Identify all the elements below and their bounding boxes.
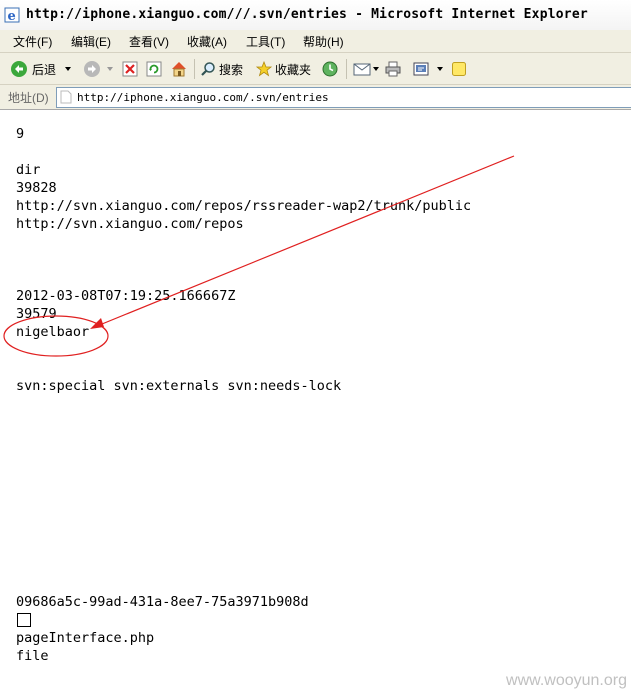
chevron-down-icon — [106, 65, 114, 73]
window-title: http://iphone.xianguo.com///.svn/entries… — [26, 7, 588, 22]
back-label: 后退 — [32, 62, 57, 77]
menu-bar: 文件(F) 编辑(E) 查看(V) 收藏(A) 工具(T) 帮助(H) — [0, 30, 631, 53]
entry-line: file — [16, 648, 49, 664]
entry-line: dir — [16, 162, 41, 178]
favorites-label: 收藏夹 — [275, 62, 312, 77]
address-url: http://iphone.xianguo.com/.svn/entries — [77, 91, 329, 104]
menu-edit[interactable]: 编辑(E) — [71, 33, 111, 50]
search-button[interactable]: 搜索 — [200, 59, 243, 79]
toolbar-separator — [346, 59, 347, 79]
ie-logo-icon: e — [4, 7, 20, 24]
title-bar: e http://iphone.xianguo.com///.svn/entri… — [0, 0, 631, 31]
stop-icon — [122, 61, 138, 77]
svg-text:e: e — [8, 9, 16, 23]
history-icon — [321, 60, 339, 78]
menu-favorites[interactable]: 收藏(A) — [187, 33, 227, 50]
entry-line: 39579 — [16, 306, 57, 322]
forward-button[interactable] — [83, 59, 101, 79]
note-icon — [451, 61, 467, 77]
menu-tools[interactable]: 工具(T) — [246, 33, 285, 50]
address-label: 地址(D) — [8, 91, 49, 105]
address-input[interactable]: http://iphone.xianguo.com/.svn/entries — [56, 87, 631, 108]
back-dropdown[interactable] — [64, 59, 72, 79]
back-button[interactable]: 后退 — [10, 59, 56, 79]
search-label: 搜索 — [219, 62, 244, 77]
stop-button[interactable] — [122, 59, 138, 79]
mail-icon — [353, 60, 371, 78]
entry-line: 9 — [16, 126, 25, 142]
home-icon — [170, 60, 188, 78]
entry-line: 2012-03-08T07:19:25.166667Z — [16, 288, 236, 304]
refresh-icon — [146, 61, 162, 77]
control-char-box — [17, 613, 31, 627]
history-button[interactable] — [321, 59, 339, 79]
watermark: www.wooyun.org — [506, 672, 627, 689]
entry-line: 09686a5c-99ad-431a-8ee7-75a3971b908d — [16, 594, 309, 610]
address-bar: 地址(D) http://iphone.xianguo.com/.svn/ent… — [0, 85, 631, 110]
page-content: 9 dir 39828 http://svn.xianguo.com/repos… — [0, 110, 631, 692]
mail-button[interactable] — [353, 59, 380, 79]
entry-line: http://svn.xianguo.com/repos/rssreader-w… — [16, 198, 472, 214]
edit-button[interactable] — [412, 59, 444, 79]
chevron-down-icon — [64, 65, 72, 73]
entry-author: nigelbaor — [16, 324, 90, 340]
entry-line: pageInterface.php — [16, 630, 155, 646]
menu-help[interactable]: 帮助(H) — [303, 33, 344, 50]
star-icon — [256, 61, 272, 77]
discuss-button[interactable] — [451, 59, 467, 79]
back-arrow-icon — [10, 60, 28, 78]
menu-file[interactable]: 文件(F) — [13, 33, 52, 50]
entry-line: svn:special svn:externals svn:needs-lock — [16, 378, 342, 394]
edit-page-icon — [412, 60, 430, 78]
print-button[interactable] — [384, 59, 402, 79]
search-icon — [200, 61, 216, 77]
page-icon — [60, 90, 72, 109]
printer-icon — [384, 60, 402, 78]
entry-line: 39828 — [16, 180, 57, 196]
chevron-down-icon — [372, 65, 380, 73]
toolbar: 后退 搜索 收藏夹 — [0, 53, 631, 85]
home-button[interactable] — [170, 59, 188, 79]
refresh-button[interactable] — [146, 59, 162, 79]
toolbar-separator — [194, 59, 195, 79]
entry-line: http://svn.xianguo.com/repos — [16, 216, 244, 232]
forward-dropdown[interactable] — [106, 59, 114, 79]
forward-arrow-icon — [83, 60, 101, 78]
menu-view[interactable]: 查看(V) — [129, 33, 169, 50]
favorites-button[interactable]: 收藏夹 — [256, 59, 311, 79]
chevron-down-icon — [436, 65, 444, 73]
